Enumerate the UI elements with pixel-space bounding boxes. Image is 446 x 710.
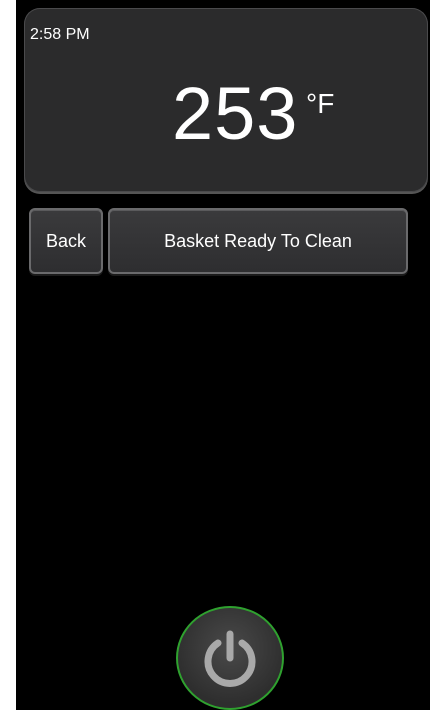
- power-button[interactable]: [176, 606, 284, 710]
- basket-ready-to-clean-button[interactable]: Basket Ready To Clean: [108, 208, 408, 274]
- power-icon: [204, 630, 256, 687]
- fryer-screen: 2:58 PM 253 °F Back Basket Ready To Clea…: [16, 0, 430, 710]
- clock-time: 2:58 PM: [30, 26, 90, 43]
- temperature-unit: °F: [306, 88, 335, 119]
- temperature-panel: 2:58 PM 253 °F: [24, 8, 428, 192]
- temperature-value: 253: [172, 72, 299, 155]
- back-button[interactable]: Back: [29, 208, 103, 274]
- basket-ready-to-clean-label: Basket Ready To Clean: [164, 230, 352, 251]
- back-button-label: Back: [45, 230, 87, 251]
